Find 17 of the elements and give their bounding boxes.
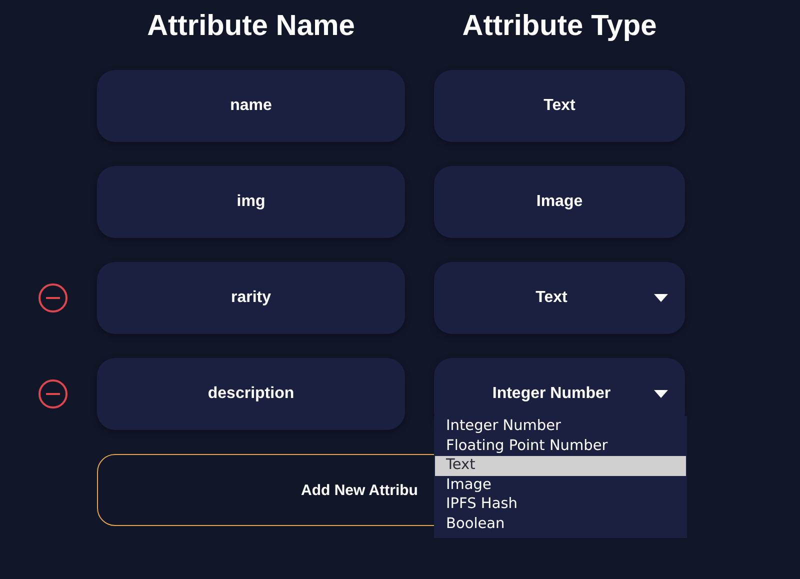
remove-icon[interactable] — [38, 379, 68, 409]
name-field[interactable]: rarity — [97, 262, 405, 334]
dropdown-option[interactable]: Text — [435, 456, 686, 476]
type-dropdown[interactable]: Text — [434, 262, 685, 334]
dropdown-option[interactable]: Floating Point Number — [434, 436, 687, 456]
remove-icon[interactable] — [38, 283, 68, 313]
name-field[interactable]: description — [97, 358, 405, 430]
name-field[interactable]: img — [97, 166, 405, 238]
column-header: Attribute Type — [461, 9, 658, 44]
type-field[interactable]: Image — [434, 166, 685, 238]
caret-icon — [654, 294, 668, 302]
dropdown-option[interactable]: IPFS Hash — [434, 495, 687, 514]
column-header: Attribute Name — [146, 9, 356, 44]
caret-icon — [654, 390, 668, 398]
name-field[interactable]: name — [97, 70, 405, 142]
type-field[interactable]: Text — [434, 70, 685, 142]
dropdown-option[interactable]: Image — [434, 476, 687, 495]
